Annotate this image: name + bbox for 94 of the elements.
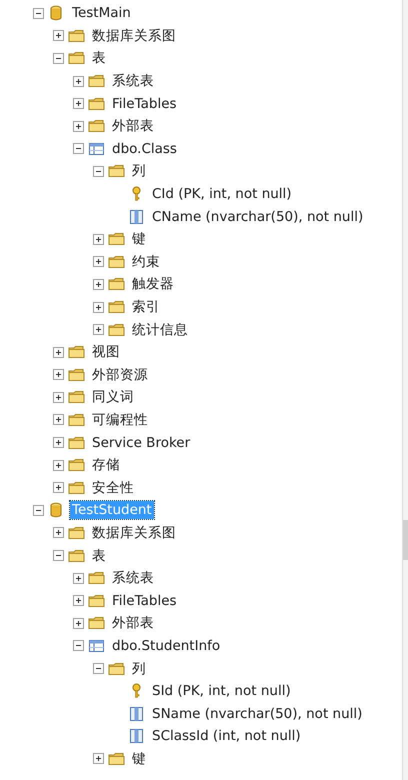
- tree-item[interactable]: 同义词: [90, 388, 136, 406]
- tree-item[interactable]: 键: [130, 750, 148, 768]
- folder-icon: [108, 276, 125, 292]
- tree-item[interactable]: 存储: [90, 456, 122, 474]
- tree-item[interactable]: 外部表: [110, 614, 156, 632]
- folder-icon: [68, 389, 85, 406]
- tree-item[interactable]: 系统表: [110, 569, 156, 588]
- expand-toggle[interactable]: [93, 324, 104, 336]
- collapse-toggle[interactable]: [33, 504, 44, 516]
- collapse-toggle[interactable]: [93, 166, 104, 177]
- folder-icon: [68, 366, 85, 383]
- folder-icon: [108, 750, 125, 767]
- column-icon: [128, 728, 145, 744]
- collapse-toggle[interactable]: [53, 550, 64, 562]
- folder-icon: [88, 73, 105, 90]
- tree-item[interactable]: Service Broker: [90, 434, 192, 452]
- tree-item[interactable]: dbo.Class: [110, 140, 179, 158]
- expand-toggle[interactable]: [73, 120, 84, 132]
- expand-toggle[interactable]: [73, 595, 84, 606]
- tree-item[interactable]: FileTables: [110, 94, 179, 113]
- expand-toggle[interactable]: [53, 414, 64, 426]
- tree-item[interactable]: 安全性: [90, 478, 136, 497]
- scrollbar[interactable]: [402, 0, 408, 780]
- folder-icon: [108, 299, 125, 316]
- tree-item[interactable]: 列: [130, 162, 148, 180]
- tree-item[interactable]: 数据库关系图: [90, 524, 178, 542]
- folder-icon: [88, 118, 105, 134]
- tree-item[interactable]: FileTables: [110, 592, 179, 610]
- tree-item[interactable]: 索引: [130, 298, 162, 316]
- expand-toggle[interactable]: [93, 234, 104, 245]
- folder-icon: [68, 344, 85, 360]
- expand-toggle[interactable]: [73, 76, 84, 87]
- expand-toggle[interactable]: [73, 618, 84, 629]
- column-icon: [128, 208, 145, 225]
- folder-icon: [68, 412, 85, 428]
- tree-item[interactable]: 列: [130, 660, 148, 678]
- expand-toggle[interactable]: [73, 572, 84, 584]
- tree-item[interactable]: SName (nvarchar(50), not null): [150, 704, 364, 723]
- tree-item[interactable]: 外部表: [110, 117, 156, 136]
- folder-icon: [88, 592, 105, 609]
- tree-item[interactable]: 统计信息: [130, 320, 190, 339]
- expand-toggle[interactable]: [93, 753, 104, 764]
- folder-icon: [68, 548, 85, 564]
- collapse-toggle[interactable]: [53, 52, 64, 64]
- expand-toggle[interactable]: [53, 437, 64, 448]
- expand-toggle[interactable]: [53, 392, 64, 403]
- tree-item[interactable]: TestMain: [70, 4, 133, 22]
- folder-icon: [108, 231, 125, 248]
- folder-icon: [68, 524, 85, 541]
- tree-item[interactable]: 触发器: [130, 275, 176, 294]
- expand-toggle[interactable]: [53, 527, 64, 538]
- tree-item[interactable]: CId (PK, int, not null): [150, 185, 294, 204]
- table-icon: [88, 140, 105, 157]
- folder-icon: [108, 163, 125, 180]
- tree-item[interactable]: 可编程性: [90, 410, 150, 429]
- collapse-toggle[interactable]: [33, 8, 44, 19]
- tree-item[interactable]: CName (nvarchar(50), not null): [150, 208, 366, 226]
- tree-item[interactable]: 键: [130, 230, 148, 248]
- expand-toggle[interactable]: [93, 256, 104, 268]
- folder-icon: [88, 570, 105, 586]
- collapse-toggle[interactable]: [93, 663, 104, 674]
- folder-icon: [88, 615, 105, 632]
- expand-toggle[interactable]: [53, 460, 64, 471]
- folder-icon: [68, 50, 85, 66]
- collapse-toggle[interactable]: [73, 640, 84, 652]
- folder-icon: [88, 96, 105, 112]
- table-icon: [88, 638, 105, 654]
- expand-toggle[interactable]: [93, 302, 104, 313]
- tree-item[interactable]: 系统表: [110, 72, 156, 90]
- tree-item[interactable]: SId (PK, int, not null): [150, 682, 293, 700]
- tree-item[interactable]: 外部资源: [90, 366, 150, 384]
- tree-item[interactable]: 数据库关系图: [90, 26, 178, 45]
- tree-item[interactable]: 表: [90, 546, 108, 565]
- collapse-toggle[interactable]: [73, 143, 84, 154]
- folder-icon: [108, 322, 125, 338]
- folder-icon: [68, 28, 85, 44]
- expand-toggle[interactable]: [53, 346, 64, 358]
- tree-item[interactable]: 约束: [130, 252, 162, 271]
- expand-toggle[interactable]: [93, 278, 104, 290]
- expand-toggle[interactable]: [73, 98, 84, 110]
- tree-item[interactable]: 表: [90, 49, 108, 68]
- column-icon: [128, 706, 145, 722]
- folder-icon: [108, 660, 125, 677]
- folder-icon: [68, 434, 85, 451]
- tree-item[interactable]: SClassId (int, not null): [150, 727, 303, 746]
- folder-icon: [108, 254, 125, 270]
- folder-icon: [68, 480, 85, 496]
- tree-item[interactable]: dbo.StudentInfo: [110, 636, 222, 655]
- scrollbar-thumb[interactable]: [403, 520, 408, 560]
- tree-item[interactable]: 视图: [90, 343, 122, 362]
- expand-toggle[interactable]: [53, 369, 64, 380]
- expand-toggle[interactable]: [53, 482, 64, 494]
- folder-icon: [68, 457, 85, 474]
- expand-toggle[interactable]: [53, 30, 64, 42]
